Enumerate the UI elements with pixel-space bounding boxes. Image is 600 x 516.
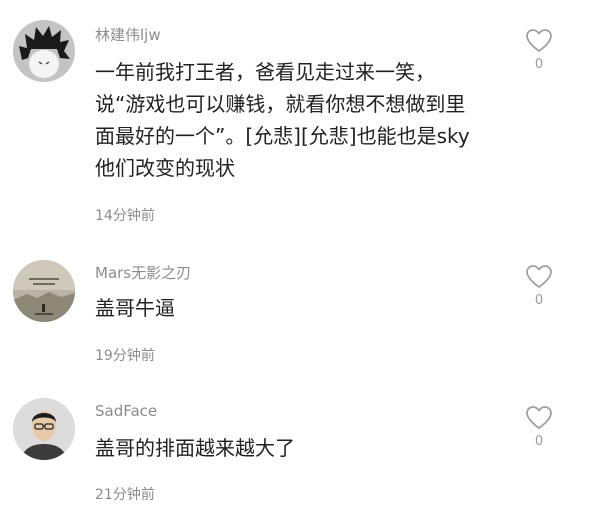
comment-text: 盖哥牛逼 bbox=[95, 296, 175, 320]
comment-timestamp: 14分钟前 bbox=[95, 208, 155, 224]
comment-item: 林建伟ljw 一年前我打王者，爸看见走过来一笑，说“游戏也可以赚钱，就看你想不想… bbox=[0, 0, 600, 240]
spiky-hair-cartoon-avatar-icon bbox=[13, 20, 75, 82]
like-button[interactable]: 0 bbox=[522, 405, 556, 449]
heart-icon bbox=[526, 406, 552, 429]
landscape-photo-avatar-icon bbox=[13, 260, 75, 322]
like-button[interactable]: 0 bbox=[522, 28, 556, 72]
like-count: 0 bbox=[534, 293, 544, 308]
user-avatar[interactable] bbox=[13, 20, 75, 82]
comment-item: SadFace 盖哥的排面越来越大了 21分钟前 0 bbox=[0, 390, 600, 516]
comment-timestamp: 21分钟前 bbox=[95, 487, 155, 503]
comment-username[interactable]: SadFace bbox=[95, 402, 157, 420]
comment-username[interactable]: 林建伟ljw bbox=[95, 24, 161, 45]
comment-timestamp: 19分钟前 bbox=[95, 348, 155, 364]
comment-username[interactable]: Mars无影之刃 bbox=[95, 262, 191, 283]
like-button[interactable]: 0 bbox=[522, 264, 556, 308]
comment-item: Mars无影之刃 盖哥牛逼 19分钟前 0 bbox=[0, 250, 600, 375]
user-avatar[interactable] bbox=[13, 260, 75, 322]
like-count: 0 bbox=[534, 434, 544, 449]
person-photo-avatar-icon bbox=[13, 398, 75, 460]
heart-icon bbox=[526, 265, 552, 288]
comment-text: 盖哥的排面越来越大了 bbox=[95, 436, 295, 460]
comment-text: 一年前我打王者，爸看见走过来一笑，说“游戏也可以赚钱，就看你想不想做到里面最好的… bbox=[95, 60, 470, 180]
like-count: 0 bbox=[534, 57, 544, 72]
user-avatar[interactable] bbox=[13, 398, 75, 460]
heart-icon bbox=[526, 29, 552, 52]
